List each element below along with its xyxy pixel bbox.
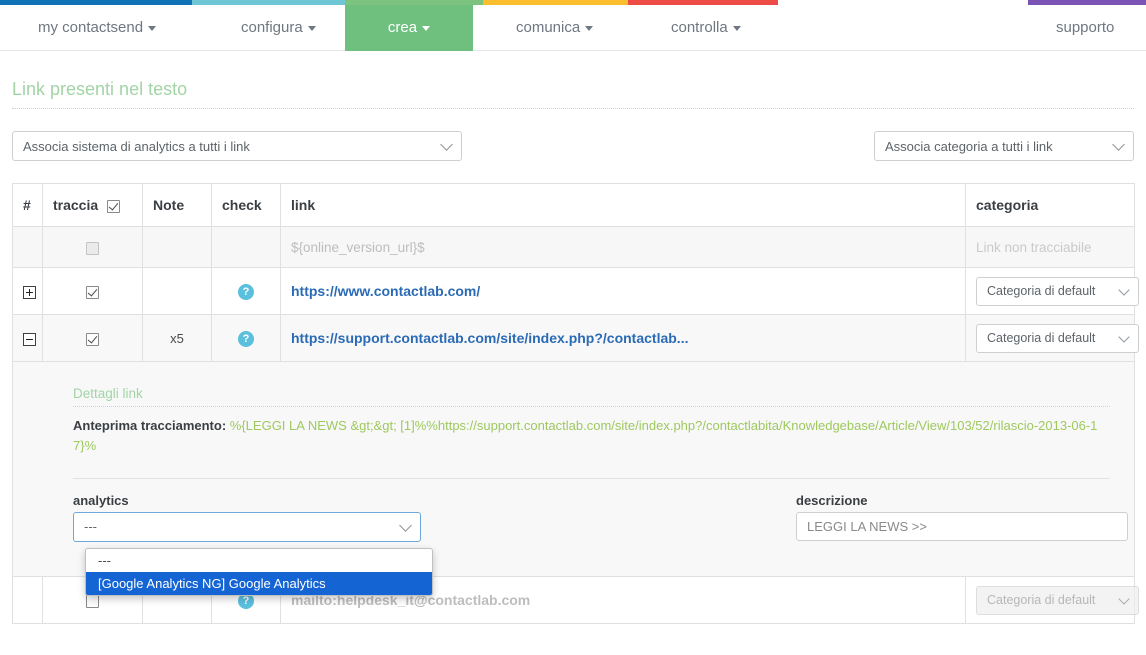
traccia-checkbox[interactable] bbox=[86, 594, 99, 608]
categoria-select[interactable]: Categoria di default bbox=[976, 276, 1139, 306]
cell-expander bbox=[12, 314, 43, 362]
descrizione-label: descrizione bbox=[796, 492, 868, 508]
descrizione-input[interactable] bbox=[796, 511, 1128, 541]
cell-check bbox=[211, 226, 281, 268]
caret-down-icon bbox=[422, 25, 431, 31]
bulk-analytics-select[interactable]: Associa sistema di analytics a tutti i l… bbox=[12, 131, 462, 161]
analytics-dropdown-option[interactable]: --- bbox=[86, 549, 432, 572]
cell-note bbox=[142, 267, 212, 315]
cell-check: ? bbox=[211, 314, 281, 362]
descrizione-field: descrizione bbox=[796, 493, 1128, 541]
header-check: check bbox=[211, 183, 281, 227]
table-header-row: # traccia Note check link categoria bbox=[12, 183, 1135, 227]
caret-down-icon bbox=[307, 25, 316, 31]
nav-item-my-contactsend[interactable]: my contactsend bbox=[22, 5, 172, 51]
cell-categoria: Categoria di default bbox=[965, 314, 1139, 362]
detail-row: Dettagli link Anteprima tracciamento: %{L… bbox=[12, 361, 1135, 596]
analytics-dropdown-option[interactable]: [Google Analytics NG] Google Analytics bbox=[86, 571, 432, 595]
nav-item-label: supporto bbox=[1056, 19, 1115, 36]
header-traccia: traccia bbox=[42, 183, 143, 227]
expand-row-icon[interactable] bbox=[23, 285, 36, 299]
nav-item-configura[interactable]: configura bbox=[225, 5, 332, 51]
caret-down-icon bbox=[585, 25, 594, 31]
caret-down-icon bbox=[732, 25, 741, 31]
traccia-checkbox[interactable] bbox=[86, 285, 99, 299]
table-row: ? https://www.contactlab.com/Categoria di… bbox=[12, 267, 1139, 315]
main-navbar: my contactsend configura crea comunica contr… bbox=[0, 5, 1146, 51]
detail-divider bbox=[73, 405, 1110, 407]
cell-categoria: Categoria di default bbox=[965, 267, 1139, 315]
cell-traccia bbox=[42, 314, 143, 362]
links-table: # traccia Note check link categoria ${on… bbox=[12, 183, 1139, 624]
analytics-field: analytics --- bbox=[73, 493, 421, 542]
collapse-row-icon[interactable] bbox=[23, 332, 36, 346]
header-traccia-label: traccia bbox=[53, 197, 99, 213]
bulk-analytics-select-wrap: Associa sistema di analytics a tutti i l… bbox=[12, 131, 462, 161]
nav-item-label: controlla bbox=[671, 19, 728, 36]
detail-inner: Dettagli link Anteprima tracciamento: %{L… bbox=[23, 385, 1128, 596]
cell-link: ${online_version_url}$ bbox=[280, 226, 966, 268]
traccia-checkbox-disabled bbox=[86, 241, 99, 255]
analytics-label: analytics bbox=[73, 492, 129, 508]
cell-note bbox=[142, 226, 212, 268]
cell-expander bbox=[12, 576, 43, 624]
categoria-select-wrap: Categoria di default bbox=[976, 323, 1139, 353]
preview-value: %{LEGGI LA NEWS &gt;&gt; [1]%%https://su… bbox=[73, 417, 1098, 453]
cell-traccia bbox=[42, 267, 143, 315]
cell-note: x5 bbox=[142, 314, 212, 362]
detail-separator bbox=[73, 477, 1110, 479]
link-url[interactable]: https://support.contactlab.com/site/inde… bbox=[291, 330, 688, 346]
select-all-checkbox[interactable] bbox=[107, 199, 121, 213]
cell-check: ? bbox=[211, 267, 281, 315]
cell-categoria: Categoria di default bbox=[965, 576, 1139, 624]
header-note: Note bbox=[142, 183, 212, 227]
nav-item-label: comunica bbox=[516, 19, 581, 36]
cell-expander bbox=[12, 267, 43, 315]
traccia-checkbox[interactable] bbox=[86, 332, 99, 346]
page-content: Link presenti nel testo Associa sistema … bbox=[0, 51, 1146, 624]
title-divider bbox=[12, 108, 1134, 109]
nav-item-label: configura bbox=[241, 19, 303, 36]
table-row: x5? https://support.contactlab.com/site/i… bbox=[12, 314, 1139, 362]
header-link: link bbox=[280, 183, 966, 227]
header-categoria: categoria bbox=[965, 183, 1135, 227]
cell-categoria: Link non tracciabile bbox=[965, 226, 1135, 268]
table-row-placeholder: ${online_version_url}$ Link non tracciabi… bbox=[12, 226, 1135, 268]
cell-link: https://www.contactlab.com/ bbox=[280, 267, 966, 315]
preview-tracking: Anteprima tracciamento: %{LEGGI LA NEWS … bbox=[73, 416, 1110, 456]
categoria-select-wrap: Categoria di default bbox=[976, 585, 1139, 615]
analytics-select[interactable]: --- bbox=[73, 511, 421, 542]
categoria-select[interactable]: Categoria di default bbox=[976, 323, 1139, 353]
bulk-categoria-select-wrap: Associa categoria a tutti i link bbox=[874, 131, 1134, 161]
help-question-icon[interactable]: ? bbox=[238, 283, 254, 300]
categoria-select: Categoria di default bbox=[976, 585, 1139, 615]
detail-panel: Dettagli link Anteprima tracciamento: %{L… bbox=[12, 361, 1135, 596]
links-table-body: ${online_version_url}$ Link non tracciabi… bbox=[12, 226, 1139, 624]
nav-item-label: my contactsend bbox=[38, 19, 144, 36]
header-num: # bbox=[12, 183, 43, 227]
bulk-actions-row: Associa sistema di analytics a tutti i l… bbox=[12, 127, 1134, 169]
nav-item-comunica[interactable]: comunica bbox=[500, 5, 609, 51]
nav-item-supporto[interactable]: supporto bbox=[1040, 5, 1130, 51]
link-url[interactable]: https://www.contactlab.com/ bbox=[291, 283, 480, 299]
page-title: Link presenti nel testo bbox=[12, 79, 188, 99]
nav-item-label: crea bbox=[387, 19, 418, 36]
analytics-dropdown-popup[interactable]: --- [Google Analytics NG] Google Analytic… bbox=[85, 547, 433, 596]
caret-down-icon bbox=[148, 25, 157, 31]
nav-item-crea[interactable]: crea bbox=[345, 5, 473, 51]
preview-label: Anteprima tracciamento: bbox=[73, 417, 227, 433]
detail-title: Dettagli link bbox=[73, 385, 143, 401]
help-question-icon[interactable]: ? bbox=[238, 330, 254, 347]
cell-traccia bbox=[42, 226, 143, 268]
detail-fields-row: analytics---descrizione---[Google Analyt… bbox=[73, 493, 1128, 596]
bulk-categoria-select[interactable]: Associa categoria a tutti i link bbox=[874, 131, 1134, 161]
cell-link: https://support.contactlab.com/site/inde… bbox=[280, 314, 966, 362]
cell-num bbox=[12, 226, 43, 268]
nav-item-controlla[interactable]: controlla bbox=[655, 5, 757, 51]
categoria-select-wrap: Categoria di default bbox=[976, 276, 1139, 306]
analytics-select-wrap: --- bbox=[73, 511, 421, 542]
